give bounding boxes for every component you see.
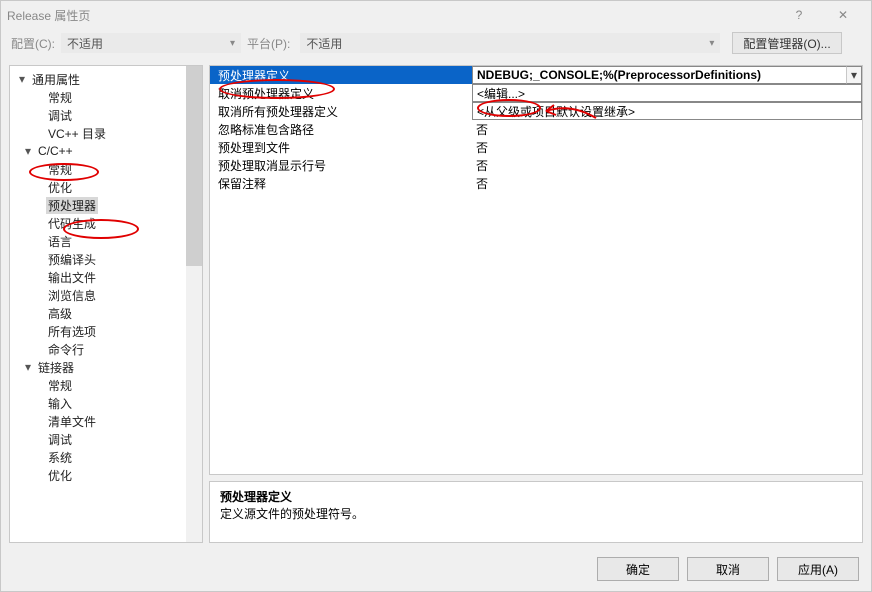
tree-node[interactable]: ▾通用属性 [10,70,202,88]
tree-node[interactable]: 调试 [10,430,202,448]
chevron-down-icon: ▾ [709,38,714,49]
platform-value: 不适用 [306,35,342,52]
tree-node[interactable]: 所有选项 [10,322,202,340]
footer: 确定 取消 应用(A) [597,557,859,581]
description-body: 定义源文件的预处理符号。 [220,505,852,522]
tree-node[interactable]: 常规 [10,88,202,106]
grid-row[interactable]: 取消所有预处理器定义<从父级或项目默认设置继承> [210,102,862,120]
tree-node[interactable]: 清单文件 [10,412,202,430]
close-icon[interactable]: ✕ [821,1,865,29]
tree-node[interactable]: 系统 [10,448,202,466]
window-title: Release 属性页 [7,7,90,24]
grid-label: 取消预处理器定义 [210,84,472,102]
tree-node[interactable]: 预处理器 [10,196,202,214]
dropdown-icon[interactable]: ▾ [846,66,862,84]
tree-node-label: C/C++ [36,144,75,158]
description-panel: 预处理器定义 定义源文件的预处理符号。 [209,481,863,543]
property-pages-window: Release 属性页 ? ✕ 配置(C): 不适用 ▾ 平台(P): 不适用 … [0,0,872,592]
tree-node[interactable]: ▾链接器 [10,358,202,376]
tree-node[interactable]: 常规 [10,160,202,178]
grid-value[interactable]: 否 [472,120,862,138]
tree[interactable]: ▾通用属性常规调试VC++ 目录▾C/C++常规优化预处理器代码生成语言预编译头… [9,65,203,543]
grid-row[interactable]: 预处理器定义NDEBUG;_CONSOLE;%(PreprocessorDefi… [210,66,862,84]
tree-node-label: 所有选项 [46,323,98,340]
property-grid[interactable]: 预处理器定义NDEBUG;_CONSOLE;%(PreprocessorDefi… [209,65,863,475]
description-heading: 预处理器定义 [220,488,852,505]
tree-node-label: 优化 [46,179,74,196]
tree-node[interactable]: 预编译头 [10,250,202,268]
tree-node-label: 语言 [46,233,74,250]
tree-node-label: 清单文件 [46,413,98,430]
grid-label: 忽略标准包含路径 [210,120,472,138]
tree-node[interactable]: 语言 [10,232,202,250]
grid-value[interactable]: 否 [472,156,862,174]
grid-row[interactable]: 取消预处理器定义<编辑...> [210,84,862,102]
config-label: 配置(C): [11,35,55,52]
expand-icon[interactable]: ▾ [16,72,28,86]
tree-node-label: 系统 [46,449,74,466]
tree-node-label: 命令行 [46,341,86,358]
titlebar: Release 属性页 ? ✕ [1,1,871,29]
tree-node-label: 代码生成 [46,215,98,232]
config-row: 配置(C): 不适用 ▾ 平台(P): 不适用 ▾ 配置管理器(O)... [1,29,871,57]
cancel-button[interactable]: 取消 [687,557,769,581]
tree-node-label: VC++ 目录 [46,125,108,142]
tree-node[interactable]: 优化 [10,178,202,196]
grid-label: 预处理取消显示行号 [210,156,472,174]
config-value: 不适用 [67,35,103,52]
tree-node-label: 优化 [46,467,74,484]
grid-label: 取消所有预处理器定义 [210,102,472,120]
grid-row[interactable]: 预处理到文件否 [210,138,862,156]
grid-row[interactable]: 预处理取消显示行号否 [210,156,862,174]
tree-node-label: 通用属性 [30,71,82,88]
tree-node-label: 预处理器 [46,197,98,214]
scrollbar-track[interactable] [186,66,202,542]
tree-node-label: 预编译头 [46,251,98,268]
grid-value[interactable]: <从父级或项目默认设置继承> [472,102,862,120]
tree-node[interactable]: 输入 [10,394,202,412]
grid-row[interactable]: 保留注释否 [210,174,862,192]
tree-node-label: 常规 [46,89,74,106]
config-manager-button[interactable]: 配置管理器(O)... [732,32,841,54]
grid-value[interactable]: <编辑...> [472,84,862,102]
tree-node-label: 调试 [46,431,74,448]
tree-node[interactable]: 输出文件 [10,268,202,286]
grid-value[interactable]: 否 [472,138,862,156]
tree-node-label: 浏览信息 [46,287,98,304]
grid-label: 预处理到文件 [210,138,472,156]
tree-node-label: 高级 [46,305,74,322]
tree-node[interactable]: 浏览信息 [10,286,202,304]
tree-node-label: 常规 [46,377,74,394]
tree-node[interactable]: 优化 [10,466,202,484]
grid-value[interactable]: NDEBUG;_CONSOLE;%(PreprocessorDefinition… [472,66,846,84]
tree-node[interactable]: VC++ 目录 [10,124,202,142]
tree-node[interactable]: 常规 [10,376,202,394]
apply-button[interactable]: 应用(A) [777,557,859,581]
help-icon[interactable]: ? [777,1,821,29]
config-combo[interactable]: 不适用 ▾ [61,33,241,53]
grid-row[interactable]: 忽略标准包含路径否 [210,120,862,138]
tree-node[interactable]: 命令行 [10,340,202,358]
tree-node[interactable]: 高级 [10,304,202,322]
tree-node-label: 链接器 [36,359,76,376]
platform-label: 平台(P): [247,35,290,52]
tree-node[interactable]: 代码生成 [10,214,202,232]
chevron-down-icon: ▾ [230,38,235,49]
tree-node[interactable]: 调试 [10,106,202,124]
expand-icon[interactable]: ▾ [22,360,34,374]
scrollbar-thumb[interactable] [186,66,202,266]
tree-node-label: 输出文件 [46,269,98,286]
tree-node-label: 输入 [46,395,74,412]
tree-node[interactable]: ▾C/C++ [10,142,202,160]
tree-node-label: 调试 [46,107,74,124]
platform-combo[interactable]: 不适用 ▾ [300,33,720,53]
grid-label: 预处理器定义 [210,66,472,84]
ok-button[interactable]: 确定 [597,557,679,581]
grid-label: 保留注释 [210,174,472,192]
grid-value[interactable]: 否 [472,174,862,192]
expand-icon[interactable]: ▾ [22,144,34,158]
tree-node-label: 常规 [46,161,74,178]
